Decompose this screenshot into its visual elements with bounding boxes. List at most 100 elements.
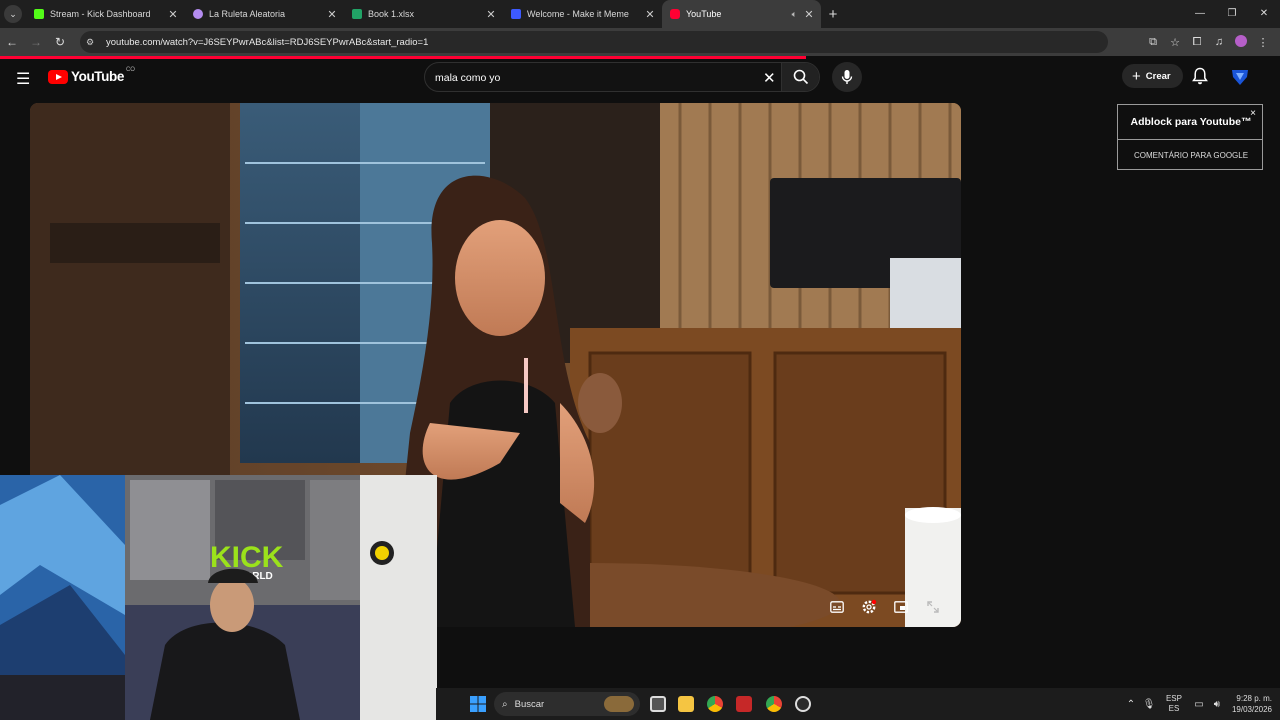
youtube-favicon-icon [670, 9, 680, 19]
bookmark-star-icon[interactable]: ☆ [1164, 36, 1186, 49]
network-icon[interactable]: ▭ [1190, 699, 1208, 710]
browser-menu-icon[interactable]: ⋮ [1252, 36, 1274, 49]
miniplayer-icon [894, 601, 908, 613]
address-bar[interactable]: ⚙ youtube.com/watch?v=J6SEYPwrABc&list=R… [80, 31, 1108, 53]
close-window-icon[interactable]: ✕ [1248, 0, 1280, 28]
youtube-header: ☰ YouTube CO mala como yo ✕ + Crear [0, 60, 1272, 96]
windows-logo-icon [470, 696, 486, 712]
tab-search-button[interactable]: ⌄ [0, 0, 26, 28]
search-highlight-image [604, 696, 634, 712]
adblock-popup: × Adblock para Youtube™ COMENTÁRIO PARA … [1117, 104, 1263, 170]
country-code: CO [125, 66, 135, 73]
search-button[interactable] [781, 63, 819, 91]
close-icon[interactable]: ✕ [326, 8, 338, 21]
page-scrollbar[interactable] [1272, 60, 1280, 688]
obs-icon[interactable] [795, 696, 811, 712]
toolbar-actions: ⧉ ☆ ⧠ ♫ ⋮ [1142, 28, 1274, 56]
webcam-frame: KICK WORLD [0, 475, 437, 720]
bell-icon [1192, 67, 1208, 85]
profile-avatar-icon[interactable] [1230, 34, 1252, 50]
fullscreen-button[interactable] [922, 596, 944, 618]
chrome-active-icon[interactable] [766, 696, 782, 712]
close-icon[interactable]: ✕ [803, 8, 815, 21]
create-button[interactable]: + Crear [1122, 64, 1183, 88]
divider [1118, 139, 1262, 140]
install-app-icon[interactable]: ⧉ [1142, 36, 1164, 49]
clock[interactable]: 9:28 p. m. 19/03/2026 [1232, 693, 1272, 715]
youtube-play-icon [48, 69, 68, 84]
new-tab-button[interactable]: + [821, 6, 845, 23]
volume-icon[interactable]: 🔊︎ [1208, 699, 1226, 710]
forward-icon[interactable]: → [24, 35, 48, 49]
plus-icon: + [1132, 67, 1141, 85]
tab-youtube[interactable]: YouTube 🔈︎ ✕ [662, 0, 821, 28]
search-input[interactable]: mala como yo [435, 72, 500, 84]
tab-kick-dashboard[interactable]: Stream - Kick Dashboard ✕ [26, 0, 185, 28]
site-info-icon[interactable]: ⚙ [86, 37, 100, 48]
miniplayer-button[interactable] [890, 596, 912, 618]
close-icon[interactable]: ✕ [167, 8, 179, 21]
language-code: ESP [1165, 694, 1182, 703]
taskbar-search[interactable]: ⌕ Buscar [494, 692, 640, 716]
account-avatar-icon [1232, 70, 1248, 85]
tab-make-it-meme[interactable]: Welcome - Make it Meme ✕ [503, 0, 662, 28]
webcam-overlay: KICK WORLD [0, 475, 437, 720]
create-label: Crear [1145, 70, 1171, 82]
browser-tab-bar: ⌄ Stream - Kick Dashboard ✕ La Ruleta Al… [0, 0, 1280, 28]
youtube-logo[interactable]: YouTube CO [48, 66, 135, 84]
microphone-icon [841, 70, 853, 84]
tab-title: YouTube [686, 9, 722, 19]
chevron-down-icon: ⌄ [4, 5, 22, 23]
tab-title: Book 1.xlsx [368, 9, 415, 19]
system-tray: ⌃ 🎙︎ ESP ES ▭ 🔊︎ 9:28 p. m. 19/03/2026 [1122, 688, 1280, 720]
tab-title: Stream - Kick Dashboard [50, 9, 151, 19]
url-text: youtube.com/watch?v=J6SEYPwrABc&list=RDJ… [106, 36, 429, 48]
windows-taskbar: ⌕ Buscar ⌃ 🎙︎ ESP ES ▭ 🔊︎ 9:28 p. m. 19/… [436, 688, 1280, 720]
tab-book-xlsx[interactable]: Book 1.xlsx ✕ [344, 0, 503, 28]
reload-icon[interactable]: ↻ [48, 35, 72, 49]
news-app-icon[interactable] [736, 696, 752, 712]
subtitles-button[interactable] [826, 596, 848, 618]
ruleta-favicon-icon [193, 9, 203, 19]
clear-search-icon[interactable]: ✕ [763, 69, 776, 87]
search-icon: ⌕ [502, 698, 508, 710]
voice-search-button[interactable] [832, 62, 862, 92]
hamburger-menu-icon[interactable]: ☰ [16, 69, 30, 89]
microphone-icon[interactable]: 🎙︎ [1140, 699, 1158, 710]
tab-ruleta[interactable]: La Ruleta Aleatoria ✕ [185, 0, 344, 28]
taskbar-search-label: Buscar [514, 698, 545, 710]
subtitles-icon [830, 601, 844, 613]
speaker-icon[interactable]: 🔈︎ [792, 9, 797, 20]
task-view-icon[interactable] [650, 696, 666, 712]
chevron-up-icon[interactable]: ⌃ [1122, 699, 1140, 710]
tab-title: La Ruleta Aleatoria [209, 9, 286, 19]
clock-time: 9:28 p. m. [1236, 694, 1272, 703]
extensions-icon[interactable]: ⧠ [1186, 36, 1208, 49]
close-icon[interactable]: ✕ [485, 8, 497, 21]
notifications-button[interactable] [1192, 67, 1208, 90]
back-icon[interactable]: ← [0, 35, 24, 49]
adblock-title: Adblock para Youtube™ [1130, 116, 1252, 128]
logo-text: YouTube [71, 69, 124, 84]
language-indicator[interactable]: ESP ES [1166, 694, 1182, 714]
adblock-comment-link[interactable]: COMENTÁRIO PARA GOOGLE [1118, 151, 1264, 160]
chrome-icon[interactable] [707, 696, 723, 712]
minimize-icon[interactable]: — [1184, 0, 1216, 28]
window-controls: — ❐ ✕ [1184, 0, 1280, 28]
account-avatar[interactable] [1230, 67, 1250, 92]
fullscreen-icon [927, 601, 939, 613]
media-controls-icon[interactable]: ♫ [1208, 36, 1230, 48]
restore-icon[interactable]: ❐ [1216, 0, 1248, 28]
meme-favicon-icon [511, 9, 521, 19]
video-controls [826, 596, 944, 618]
settings-button[interactable] [858, 596, 880, 618]
tab-title: Welcome - Make it Meme [527, 9, 629, 19]
search-box: mala como yo ✕ [424, 62, 820, 92]
browser-toolbar: ← → ↻ ⚙ youtube.com/watch?v=J6SEYPwrABc&… [0, 28, 1280, 56]
excel-favicon-icon [352, 9, 362, 19]
close-icon[interactable]: ✕ [644, 8, 656, 21]
start-button[interactable] [470, 696, 486, 717]
search-icon [793, 69, 808, 85]
wall-text: KICK [210, 541, 284, 574]
file-explorer-icon[interactable] [678, 696, 694, 712]
